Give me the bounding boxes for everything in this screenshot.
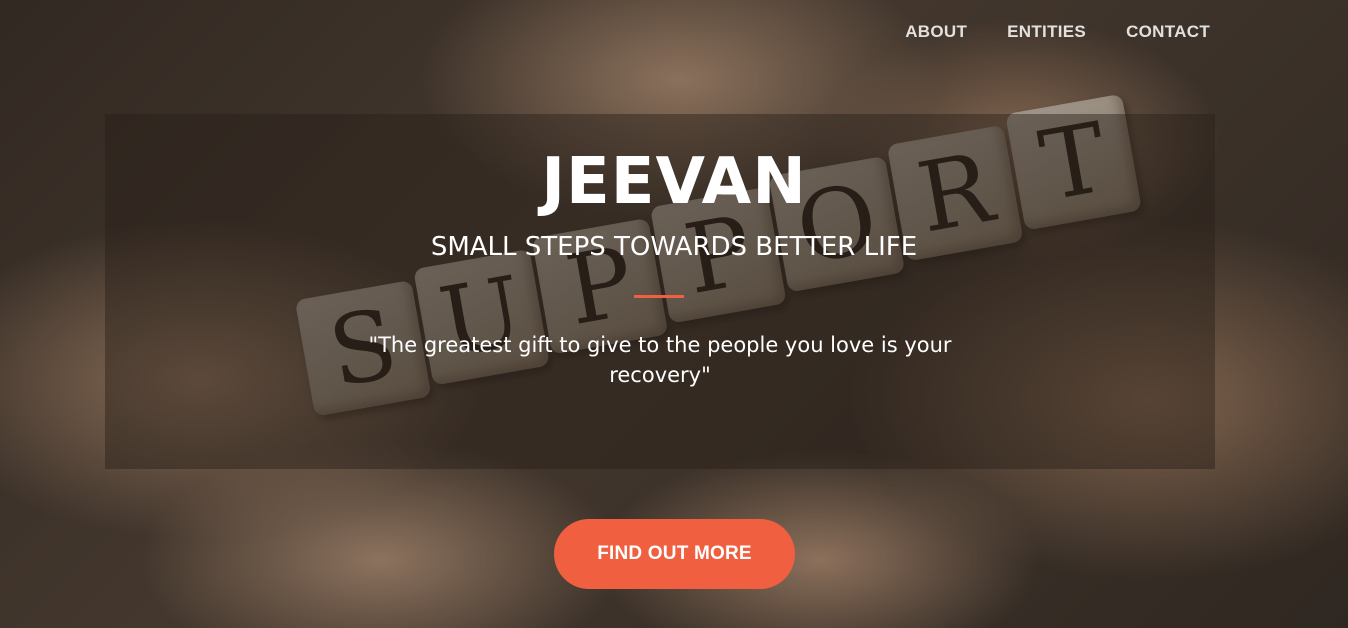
accent-divider <box>634 295 684 298</box>
top-nav: ABOUT ENTITIES CONTACT <box>905 22 1210 42</box>
hero-quote: "The greatest gift to give to the people… <box>368 333 952 387</box>
nav-about-link[interactable]: ABOUT <box>905 22 967 42</box>
page-subtitle: SMALL STEPS TOWARDS BETTER LIFE <box>430 232 918 262</box>
nav-contact-link[interactable]: CONTACT <box>1126 22 1210 42</box>
hero-section: S U P P O R T ABOUT ENTITIES CONTACT JEE… <box>0 0 1348 628</box>
nav-entities-link[interactable]: ENTITIES <box>1007 22 1086 42</box>
page-title: JEEVAN <box>541 145 807 219</box>
find-out-more-button[interactable]: FIND OUT MORE <box>554 519 795 589</box>
